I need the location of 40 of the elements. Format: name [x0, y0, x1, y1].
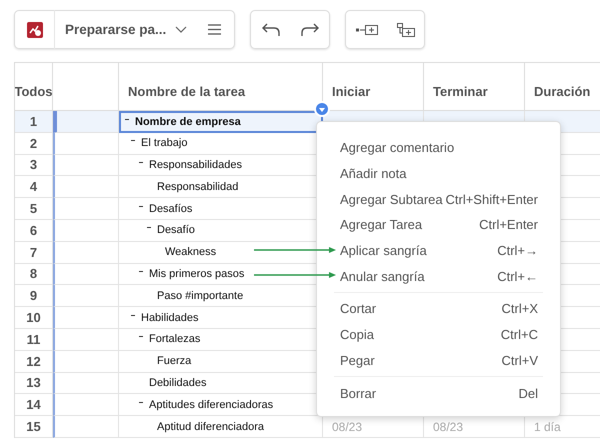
task-name: Debilidades	[149, 376, 206, 389]
row-number: 3	[15, 154, 53, 176]
task-name: Mis primeros pasos	[149, 268, 244, 280]
row-number: 13	[15, 372, 53, 394]
indent-icon[interactable]	[396, 22, 414, 36]
row-number: 2	[15, 132, 53, 155]
redo-icon[interactable]	[300, 23, 318, 36]
row-number: 8	[15, 264, 53, 286]
dropdown-handle-icon[interactable]	[314, 101, 330, 117]
task-name: Fuerza	[157, 355, 192, 368]
caret-icon	[175, 26, 188, 34]
task-name: Fortalezas	[149, 333, 200, 346]
outdent-icon[interactable]	[356, 24, 378, 34]
row-number: 11	[15, 328, 53, 351]
task-name: Aptitudes diferenciadoras	[149, 398, 274, 411]
app-logo-icon	[27, 22, 43, 38]
row-number: 4	[15, 176, 53, 198]
menu-icon[interactable]	[208, 24, 222, 35]
task-name: Desafío	[157, 224, 195, 236]
row-number: 6	[15, 220, 53, 242]
task-name: Aptitud diferenciadora	[157, 420, 264, 433]
task-name: Desafíos	[149, 202, 192, 215]
task-name: Responsabilidades	[149, 158, 242, 171]
row-number: 12	[15, 350, 53, 373]
table-cell[interactable]: Nombre de empresa	[119, 111, 323, 133]
task-name: Nombre de empresa	[135, 116, 241, 128]
row-number: 1	[15, 111, 53, 133]
task-name: Responsabilidad	[157, 180, 238, 193]
table-cell[interactable]: Aptitud diferenciadora	[119, 416, 323, 438]
row-number: 5	[15, 198, 53, 220]
row-number: 7	[15, 242, 53, 264]
row-number: 10	[15, 307, 53, 329]
task-name: Paso #importante	[157, 290, 244, 302]
row-number: 14	[15, 394, 53, 416]
task-name: Weakness	[165, 246, 216, 258]
undo-icon[interactable]	[262, 23, 280, 36]
task-name: Habilidades	[141, 312, 198, 324]
task-name: El trabajo	[141, 137, 188, 150]
row-number: 9	[15, 285, 53, 308]
row-number: 15	[15, 416, 53, 438]
